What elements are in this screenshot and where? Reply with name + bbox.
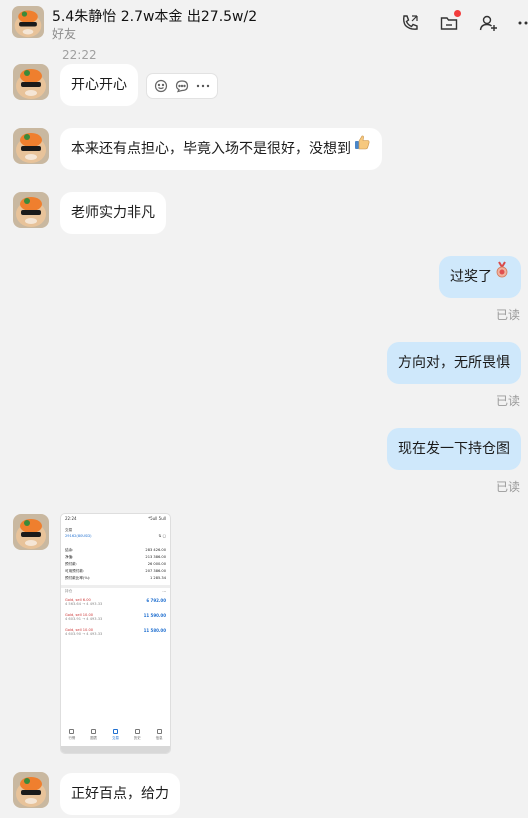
message-bubble-outgoing[interactable]: 方向对，无所畏惧 — [387, 342, 521, 384]
summary-row: 预付款: 26 000.00 — [65, 562, 166, 566]
position-row: Gold, sell 10.00 4 603.91 → 4 493.33 11 59… — [65, 613, 166, 621]
summary-row: 结余: 283 426.00 — [65, 548, 166, 552]
chat-title: 5.4朱静怡 2.7w本金 出27.5w/2 — [52, 9, 258, 25]
nav-item: 交易 — [112, 729, 119, 745]
nav-item: 行情 — [69, 729, 75, 745]
screenshot-status-bar: 22:24 *5ull 5ull — [61, 514, 170, 524]
message-text: 方向对，无所畏惧 — [398, 355, 510, 371]
add-friend-icon[interactable] — [478, 13, 498, 33]
sender-avatar[interactable] — [13, 514, 49, 550]
chat-subtitle: 好友 — [52, 27, 77, 41]
position-row: Gold, sell 10.00 4 603.90 → 4 493.33 11 58… — [65, 628, 166, 636]
read-status: 已读 — [495, 480, 520, 494]
thumbs-up-icon — [353, 126, 371, 168]
message-bubble-outgoing[interactable]: 过奖了 — [439, 256, 521, 298]
image-message[interactable]: 22:24 *5ull 5ull 交易 29162(80USD) ⇅ ▢ 结余:… — [60, 513, 171, 754]
folder-icon[interactable] — [439, 10, 461, 33]
positions-header: 持仓… — [65, 589, 166, 593]
reply-icon[interactable] — [174, 78, 190, 94]
message-bubble-outgoing[interactable]: 现在发一下持仓图 — [387, 428, 521, 470]
divider — [61, 585, 170, 588]
message-bubble[interactable]: 老师实力非凡 — [60, 192, 166, 234]
more-icon[interactable] — [195, 78, 211, 94]
summary-row: 净值: 213 386.00 — [65, 555, 166, 559]
chat-header: 5.4朱静怡 2.7w本金 出27.5w/2 好友 — [0, 0, 528, 46]
screenshot-account-label: 交易 — [65, 528, 73, 532]
screenshot-signal: *5ull 5ull — [148, 516, 166, 521]
message-bubble[interactable]: 开心开心 — [60, 64, 138, 106]
screenshot-account-number: 29162(80USD) — [65, 534, 92, 538]
emoji-reaction-icon[interactable] — [153, 78, 169, 94]
more-menu-icon[interactable] — [516, 13, 528, 33]
gesture-bar — [61, 746, 170, 753]
summary-row: 预付款比率(%): 1 285.34 — [65, 576, 166, 580]
message-text: 过奖了 — [450, 269, 492, 285]
message-timestamp: 22:22 — [62, 48, 97, 62]
summary-row: 可用预付款: 207 386.00 — [65, 569, 166, 573]
contact-avatar[interactable] — [12, 6, 44, 38]
medal-icon — [494, 254, 510, 296]
screenshot-account-row: 29162(80USD) ⇅ ▢ — [65, 534, 166, 538]
phone-call-icon[interactable] — [400, 13, 420, 33]
message-bubble[interactable]: 正好百点，给力 — [60, 773, 180, 815]
screenshot-account-label-row: 交易 — [65, 528, 166, 533]
message-text: 老师实力非凡 — [71, 205, 155, 221]
sender-avatar[interactable] — [13, 64, 49, 100]
sender-avatar[interactable] — [13, 772, 49, 808]
message-text: 本来还有点担心，毕竟入场不是很好，没想到 — [71, 141, 351, 157]
notification-dot — [454, 10, 461, 17]
message-bubble[interactable]: 本来还有点担心，毕竟入场不是很好，没想到 — [60, 128, 382, 170]
read-status: 已读 — [495, 394, 520, 408]
message-actions — [146, 73, 218, 99]
position-row: Gold, sell 6.00 4 563.64 → 4 493.33 6 792.… — [65, 598, 166, 606]
screenshot-time: 22:24 — [65, 516, 77, 521]
nav-item: 历史 — [134, 729, 141, 745]
read-status: 已读 — [495, 308, 520, 322]
nav-item: 图表 — [90, 729, 97, 745]
sender-avatar[interactable] — [13, 128, 49, 164]
nav-item: 信息 — [156, 729, 162, 745]
screenshot-bottom-nav: 行情 图表 交易 历史 信息 — [61, 729, 170, 745]
sender-avatar[interactable] — [13, 192, 49, 228]
message-text: 开心开心 — [71, 77, 127, 93]
message-text: 正好百点，给力 — [71, 786, 169, 802]
message-text: 现在发一下持仓图 — [398, 441, 510, 457]
